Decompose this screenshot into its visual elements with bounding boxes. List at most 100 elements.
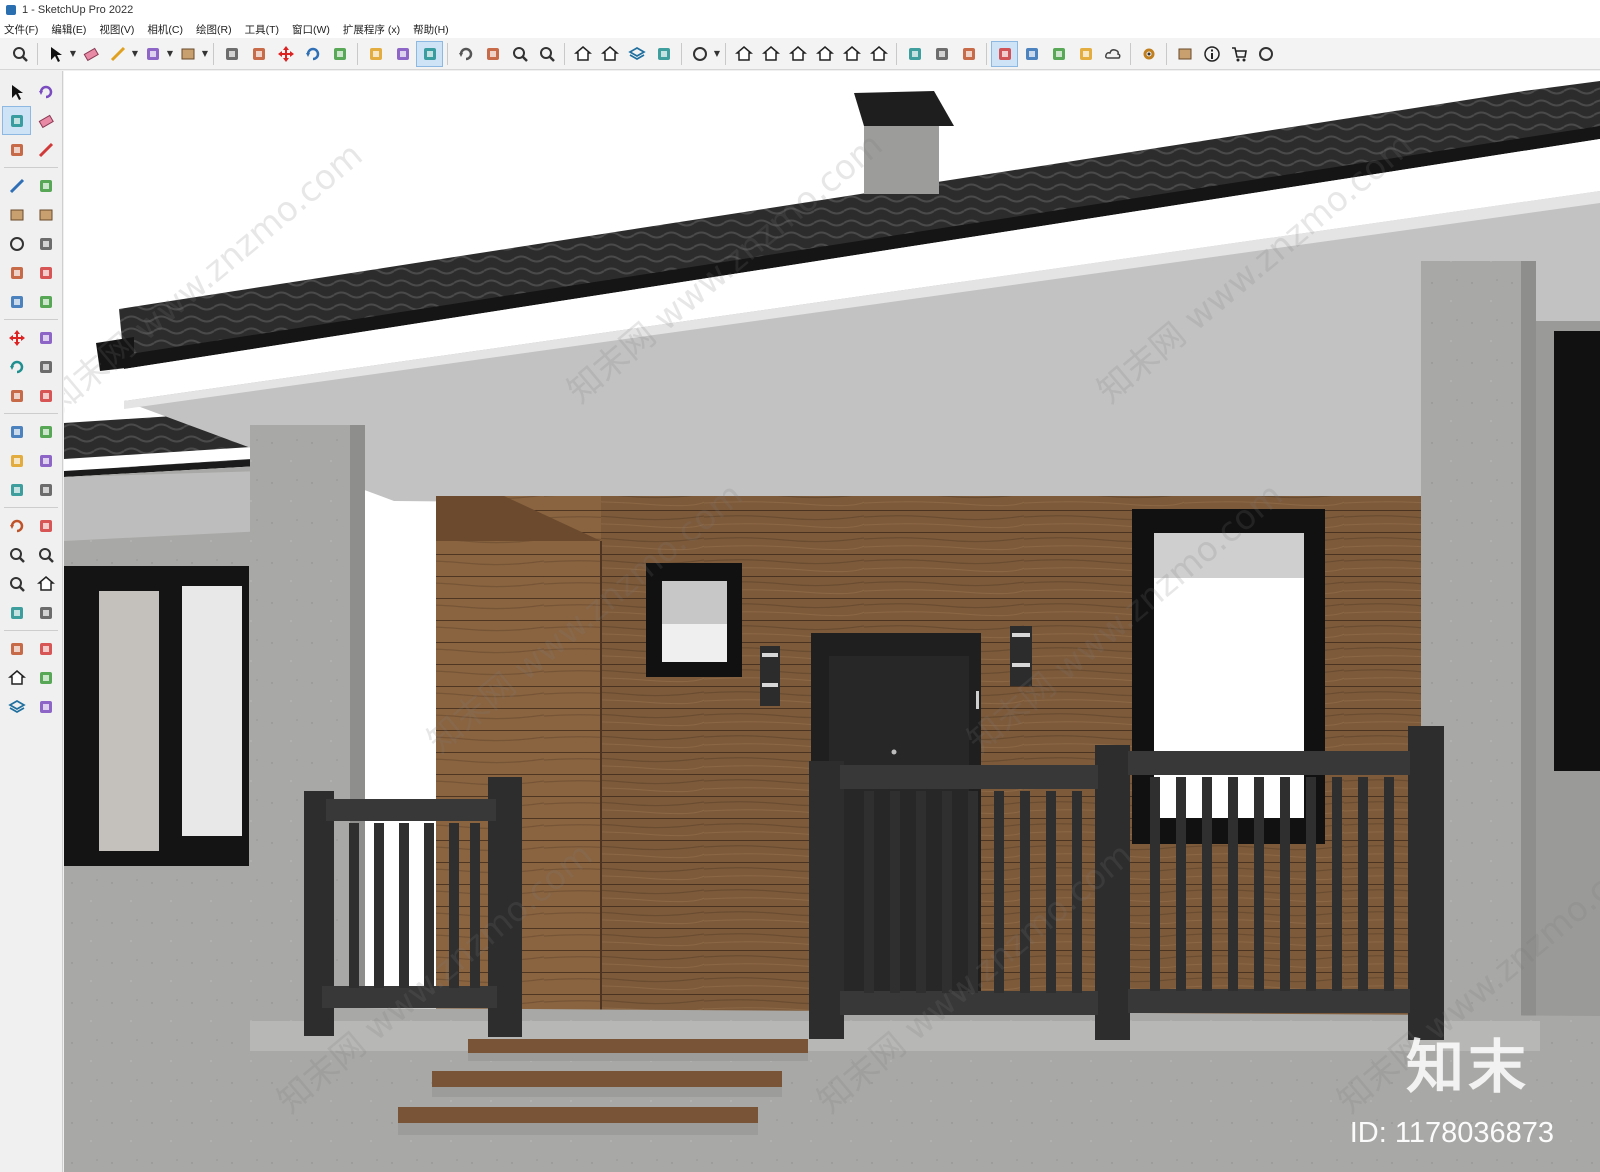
home-view-icon[interactable] [784, 41, 811, 67]
chevron-down-icon[interactable]: ▼ [131, 41, 139, 67]
sandbox-icon[interactable] [650, 41, 677, 67]
arc-icon[interactable] [2, 258, 31, 287]
tape-measure-icon[interactable] [362, 41, 389, 67]
extension-icon[interactable] [31, 663, 60, 692]
menu-extensions[interactable]: 扩展程序 (x) [343, 22, 400, 37]
layers-icon[interactable] [623, 41, 650, 67]
dimension-icon[interactable] [31, 417, 60, 446]
pan-icon[interactable] [479, 41, 506, 67]
menu-tools[interactable]: 工具(T) [245, 22, 279, 37]
warehouse-icon[interactable] [2, 663, 31, 692]
component-icon[interactable] [2, 135, 31, 164]
follow-me-icon[interactable] [31, 352, 60, 381]
style-icon[interactable] [1045, 41, 1072, 67]
move-icon[interactable] [272, 41, 299, 67]
menu-draw[interactable]: 绘图(R) [196, 22, 232, 37]
follow-me-icon[interactable] [245, 41, 272, 67]
group-icon[interactable] [955, 41, 982, 67]
profile-icon[interactable] [1252, 41, 1279, 67]
3d-text-icon[interactable] [31, 475, 60, 504]
account-icon[interactable] [686, 41, 713, 67]
text-icon[interactable] [31, 446, 60, 475]
front-view-icon[interactable] [757, 41, 784, 67]
orbit-icon[interactable] [452, 41, 479, 67]
pencil-icon[interactable] [104, 41, 131, 67]
axes-icon[interactable] [2, 475, 31, 504]
walk-icon[interactable] [2, 634, 31, 663]
house-view-icon[interactable] [838, 41, 865, 67]
two-point-arc-icon[interactable] [2, 287, 31, 316]
paint-bucket-icon[interactable] [416, 40, 443, 67]
three-point-arc-icon[interactable] [31, 287, 60, 316]
chevron-down-icon[interactable]: ▼ [69, 41, 77, 67]
zoom-extents-icon[interactable] [533, 41, 560, 67]
circle-icon[interactable] [2, 229, 31, 258]
polygon-icon[interactable] [31, 229, 60, 258]
eraser-icon[interactable] [77, 41, 104, 67]
model-viewport[interactable]: 知末网 www.znzmo.com 知末网 www.znzmo.com 知末网 … [64, 71, 1600, 1172]
offset-icon[interactable] [31, 381, 60, 410]
settings-icon[interactable] [1135, 41, 1162, 67]
scale-icon[interactable] [326, 41, 353, 67]
warehouse-icon[interactable] [569, 41, 596, 67]
paint-icon[interactable] [2, 106, 31, 135]
zoom-icon[interactable] [506, 41, 533, 67]
chevron-down-icon[interactable]: ▼ [201, 41, 209, 67]
sandbox-icon[interactable] [31, 692, 60, 721]
cart-icon[interactable] [1225, 41, 1252, 67]
text-label-icon[interactable] [389, 41, 416, 67]
push-pull-icon[interactable] [31, 323, 60, 352]
select-arrow-icon[interactable] [2, 77, 31, 106]
pencil-icon[interactable] [31, 135, 60, 164]
menu-edit[interactable]: 编辑(E) [51, 22, 86, 37]
previous-view-icon[interactable] [31, 569, 60, 598]
shadow-icon[interactable] [1018, 41, 1045, 67]
chevron-down-icon[interactable]: ▼ [713, 41, 721, 67]
section-icon[interactable] [928, 41, 955, 67]
chevron-down-icon[interactable]: ▼ [166, 41, 174, 67]
extension-warehouse-icon[interactable] [596, 41, 623, 67]
texture-icon[interactable] [1072, 41, 1099, 67]
orbit-small-icon[interactable] [31, 77, 60, 106]
tape-icon[interactable] [2, 417, 31, 446]
left-tool-palette [0, 71, 63, 1172]
pan-icon[interactable] [31, 511, 60, 540]
protractor-icon[interactable] [2, 446, 31, 475]
line-icon[interactable] [2, 171, 31, 200]
menu-file[interactable]: 文件(F) [4, 22, 38, 37]
info-icon[interactable] [1198, 41, 1225, 67]
rotated-rect-icon[interactable] [31, 200, 60, 229]
freehand-icon[interactable] [31, 171, 60, 200]
position-camera-icon[interactable] [2, 598, 31, 627]
menu-camera[interactable]: 相机(C) [147, 22, 183, 37]
cloud-icon[interactable] [1099, 41, 1126, 67]
menu-view[interactable]: 视图(V) [99, 22, 134, 37]
add-location-icon[interactable] [991, 40, 1018, 67]
search-icon[interactable] [6, 41, 33, 67]
eraser-icon[interactable] [31, 106, 60, 135]
select-icon[interactable] [42, 41, 69, 67]
left-view-icon[interactable] [865, 41, 892, 67]
iso-view-icon[interactable] [730, 41, 757, 67]
look-around-icon[interactable] [31, 598, 60, 627]
pie-icon[interactable] [31, 258, 60, 287]
zoom-icon[interactable] [2, 540, 31, 569]
back-view-icon[interactable] [811, 41, 838, 67]
zoom-extents-icon[interactable] [2, 569, 31, 598]
arc-icon[interactable] [139, 41, 166, 67]
section-plane-icon[interactable] [31, 634, 60, 663]
rotate-icon[interactable] [2, 352, 31, 381]
push-pull-icon[interactable] [218, 41, 245, 67]
rectangle-icon[interactable] [2, 200, 31, 229]
menu-window[interactable]: 窗口(W) [292, 22, 330, 37]
move-icon[interactable] [2, 323, 31, 352]
window-icon[interactable] [1171, 41, 1198, 67]
menu-help[interactable]: 帮助(H) [413, 22, 449, 37]
orbit-icon[interactable] [2, 511, 31, 540]
component-icon[interactable] [901, 41, 928, 67]
zoom-window-icon[interactable] [31, 540, 60, 569]
rotate-icon[interactable] [299, 41, 326, 67]
rectangle-icon[interactable] [174, 41, 201, 67]
scale-icon[interactable] [2, 381, 31, 410]
layers-icon[interactable] [2, 692, 31, 721]
